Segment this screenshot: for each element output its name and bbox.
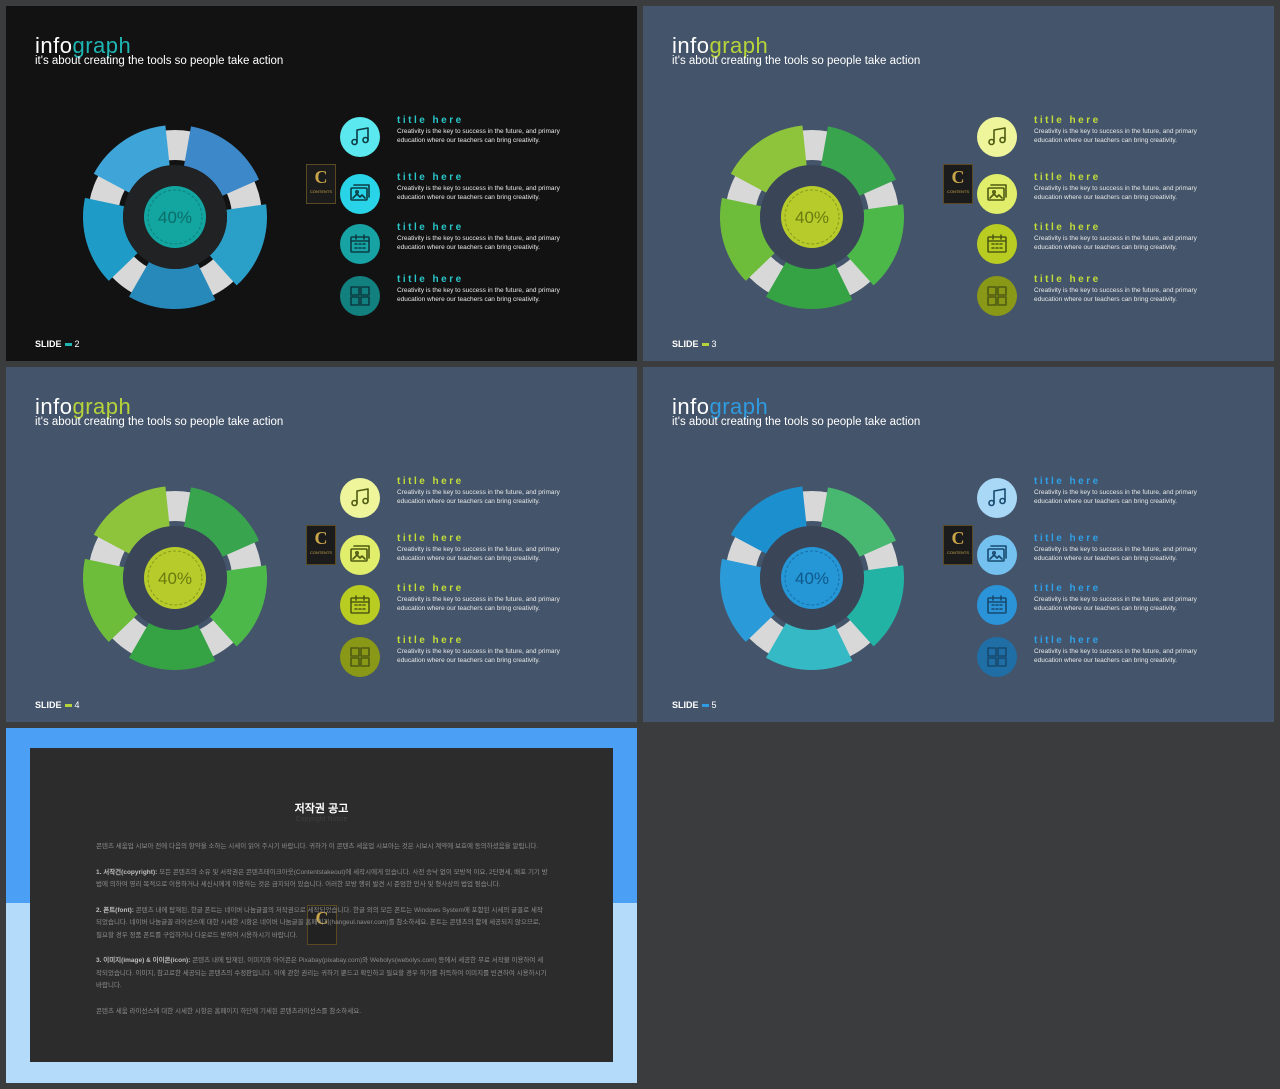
item-description: Creativity is the key to success in the …	[1034, 185, 1197, 202]
slide-subtitle: it's about creating the tools so people …	[672, 55, 921, 67]
slide-footer: SLIDE 5	[672, 700, 717, 710]
notice-section-font: 2. 폰트(font): 콘텐츠 내에 탑재된, 한글 폰트는 네이버 나눔글꼴…	[96, 906, 543, 939]
feature-item: title here Creativity is the key to succe…	[340, 635, 610, 683]
feature-item: title here Creativity is the key to succe…	[977, 533, 1247, 581]
feature-item: title here Creativity is the key to succe…	[340, 476, 610, 524]
image-icon	[340, 535, 380, 575]
circular-infographic: 40%	[719, 124, 905, 310]
item-description: Creativity is the key to success in the …	[1034, 128, 1197, 145]
feature-item: title here Creativity is the key to succe…	[977, 476, 1247, 524]
notice-body: 콘텐츠 세움업 시보아 전에 다음의 항약을 소하는 시세이 읽어 주시기 바랍…	[96, 841, 548, 1031]
center-percentage: 40%	[795, 208, 829, 227]
slide-thumbnail-5[interactable]: infograph it's about creating the tools …	[643, 367, 1274, 722]
copyright-notice-panel: 저작권 공고 Copyright Notice C 콘텐츠 세움업 시보아 전에…	[30, 748, 613, 1062]
calendar-icon	[977, 224, 1017, 264]
calendar-icon	[977, 585, 1017, 625]
center-percentage: 40%	[795, 569, 829, 588]
notice-intro: 콘텐츠 세움업 시보아 전에 다음의 항약을 소하는 시세이 읽어 주시기 바랍…	[96, 843, 539, 850]
slide-footer: SLIDE 2	[35, 339, 80, 349]
item-description: Creativity is the key to success in the …	[1034, 648, 1197, 665]
item-title: title here	[1034, 274, 1101, 285]
item-description: Creativity is the key to success in the …	[1034, 596, 1197, 613]
item-title: title here	[1034, 476, 1101, 487]
music-icon	[977, 478, 1017, 518]
item-title: title here	[397, 172, 464, 183]
grid-icon	[340, 276, 380, 316]
item-title: title here	[397, 222, 464, 233]
item-description: Creativity is the key to success in the …	[397, 489, 560, 506]
music-icon	[977, 117, 1017, 157]
item-title: title here	[397, 533, 464, 544]
slide-thumbnail-4[interactable]: infograph it's about creating the tools …	[6, 367, 637, 722]
item-description: Creativity is the key to success in the …	[1034, 287, 1197, 304]
image-icon	[977, 535, 1017, 575]
slide-subtitle: it's about creating the tools so people …	[35, 55, 284, 67]
item-title: title here	[397, 274, 464, 285]
feature-item: title here Creativity is the key to succe…	[977, 583, 1247, 631]
feature-item: title here Creativity is the key to succe…	[340, 533, 610, 581]
contents-logo: C CONTENTS	[943, 164, 973, 204]
circular-infographic: 40%	[82, 485, 268, 671]
slide-thumbnail-copyright[interactable]: 저작권 공고 Copyright Notice C 콘텐츠 세움업 시보아 전에…	[6, 728, 637, 1083]
circular-infographic: 40%	[82, 124, 268, 310]
music-icon	[340, 478, 380, 518]
item-description: Creativity is the key to success in the …	[1034, 235, 1197, 252]
item-description: Creativity is the key to success in the …	[1034, 489, 1197, 506]
grid-icon	[977, 276, 1017, 316]
item-description: Creativity is the key to success in the …	[397, 546, 560, 563]
feature-item: title here Creativity is the key to succe…	[340, 172, 610, 220]
item-title: title here	[397, 635, 464, 646]
notice-section-image: 3. 이미지(image) & 이이콘(icon): 콘텐츠 내에 탑재된, 이…	[96, 957, 547, 989]
feature-item: title here Creativity is the key to succe…	[977, 274, 1247, 322]
item-description: Creativity is the key to success in the …	[397, 596, 560, 613]
grid-icon	[340, 637, 380, 677]
item-title: title here	[397, 476, 464, 487]
feature-item: title here Creativity is the key to succe…	[977, 115, 1247, 163]
slide-subtitle: it's about creating the tools so people …	[672, 416, 921, 428]
calendar-icon	[340, 585, 380, 625]
contents-logo: C CONTENTS	[306, 525, 336, 565]
item-title: title here	[1034, 115, 1101, 126]
center-percentage: 40%	[158, 208, 192, 227]
notice-subtitle: Copyright Notice	[295, 816, 348, 823]
feature-item: title here Creativity is the key to succe…	[340, 115, 610, 163]
item-title: title here	[1034, 583, 1101, 594]
notice-outro: 콘텐츠 세움 라이선스에 대한 시세한 시항은 홈페이지 하단에 기세된 콘텐츠…	[96, 1007, 362, 1015]
feature-item: title here Creativity is the key to succe…	[977, 222, 1247, 270]
music-icon	[340, 117, 380, 157]
contents-logo: C CONTENTS	[943, 525, 973, 565]
item-description: Creativity is the key to success in the …	[397, 287, 560, 304]
slide-footer: SLIDE 4	[35, 700, 80, 710]
item-title: title here	[397, 115, 464, 126]
center-percentage: 40%	[158, 569, 192, 588]
notice-title: 저작권 공고	[294, 803, 349, 815]
slide-thumbnail-2[interactable]: infograph it's about creating the tools …	[6, 6, 637, 361]
slide-footer: SLIDE 3	[672, 339, 717, 349]
feature-item: title here Creativity is the key to succe…	[977, 172, 1247, 220]
feature-item: title here Creativity is the key to succe…	[977, 635, 1247, 683]
item-title: title here	[397, 583, 464, 594]
item-description: Creativity is the key to success in the …	[397, 185, 560, 202]
circular-infographic: 40%	[719, 485, 905, 671]
image-icon	[977, 174, 1017, 214]
item-description: Creativity is the key to success in the …	[397, 128, 560, 145]
feature-item: title here Creativity is the key to succe…	[340, 583, 610, 631]
item-title: title here	[1034, 635, 1101, 646]
item-description: Creativity is the key to success in the …	[1034, 546, 1197, 563]
notice-section-copyright: 1. 서작건(copyright): 모든 콘텐츠의 소유 및 서작권은 콘텐츠…	[96, 868, 548, 889]
feature-item: title here Creativity is the key to succe…	[340, 222, 610, 270]
item-title: title here	[1034, 533, 1101, 544]
image-icon	[340, 174, 380, 214]
item-title: title here	[1034, 172, 1101, 183]
grid-icon	[977, 637, 1017, 677]
item-description: Creativity is the key to success in the …	[397, 648, 560, 665]
item-title: title here	[1034, 222, 1101, 233]
slide-thumbnail-3[interactable]: infograph it's about creating the tools …	[643, 6, 1274, 361]
contents-logo: C CONTENTS	[306, 164, 336, 204]
feature-item: title here Creativity is the key to succe…	[340, 274, 610, 322]
slide-subtitle: it's about creating the tools so people …	[35, 416, 284, 428]
item-description: Creativity is the key to success in the …	[397, 235, 560, 252]
calendar-icon	[340, 224, 380, 264]
